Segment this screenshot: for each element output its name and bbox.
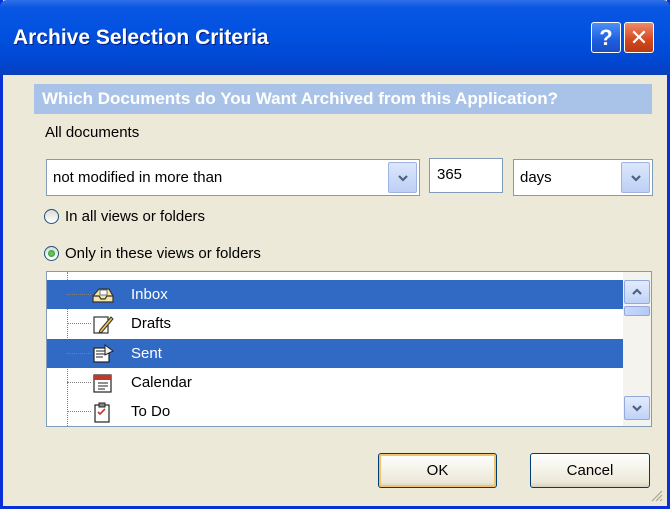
chevron-down-icon[interactable] bbox=[621, 162, 650, 193]
radio-button-unchecked[interactable] bbox=[44, 209, 59, 224]
inbox-icon bbox=[92, 288, 114, 303]
radio-only-these-label: Only in these views or folders bbox=[65, 245, 261, 262]
radio-only-these-views[interactable]: Only in these views or folders bbox=[44, 245, 261, 262]
condition-value: not modified in more than bbox=[53, 169, 223, 186]
dialog-title: Archive Selection Criteria bbox=[13, 26, 269, 49]
units-value: days bbox=[520, 169, 552, 186]
title-bar[interactable]: Archive Selection Criteria ? ✕ bbox=[0, 0, 670, 75]
list-item-label: Sent bbox=[131, 345, 162, 362]
scope-label: All documents bbox=[45, 124, 140, 141]
radio-all-views-label: In all views or folders bbox=[65, 208, 206, 225]
archive-dialog: Archive Selection Criteria ? ✕ Which Doc… bbox=[0, 0, 670, 509]
ok-button[interactable]: OK bbox=[378, 453, 497, 488]
list-item-label: Drafts bbox=[131, 315, 172, 332]
calendar-icon bbox=[93, 374, 112, 393]
close-button[interactable]: ✕ bbox=[624, 22, 654, 53]
list-item-drafts[interactable]: Drafts bbox=[47, 309, 623, 338]
scroll-down-button[interactable] bbox=[624, 396, 650, 420]
chevron-up-icon bbox=[632, 288, 642, 295]
scroll-up-button[interactable] bbox=[624, 280, 650, 304]
radio-dot bbox=[48, 250, 55, 257]
drafts-icon bbox=[93, 316, 114, 334]
resize-grip-icon[interactable] bbox=[649, 488, 663, 502]
list-item-label: Inbox bbox=[131, 286, 168, 303]
list-item-calendar[interactable]: Calendar bbox=[47, 368, 623, 397]
section-header: Which Documents do You Want Archived fro… bbox=[34, 84, 652, 114]
scroll-thumb[interactable] bbox=[624, 306, 650, 316]
list-item-inbox[interactable]: Inbox bbox=[47, 280, 623, 309]
days-count-value: 365 bbox=[437, 166, 463, 183]
radio-button-checked[interactable] bbox=[44, 246, 59, 261]
chevron-down-icon[interactable] bbox=[388, 162, 417, 193]
list-item-todo[interactable]: To Do bbox=[47, 397, 623, 426]
help-button[interactable]: ? bbox=[591, 22, 621, 53]
chevron-down-icon bbox=[632, 405, 642, 412]
list-item-sent[interactable]: Sent bbox=[47, 339, 623, 368]
days-count-input[interactable]: 365 bbox=[429, 158, 503, 193]
vertical-scrollbar[interactable] bbox=[623, 272, 651, 426]
list-item-label: To Do bbox=[131, 403, 171, 420]
units-dropdown[interactable]: days bbox=[513, 159, 653, 196]
condition-dropdown[interactable]: not modified in more than bbox=[46, 159, 420, 196]
radio-all-views[interactable]: In all views or folders bbox=[44, 208, 205, 225]
todo-icon bbox=[94, 402, 110, 423]
list-item-label: Calendar bbox=[131, 374, 192, 391]
folders-listbox[interactable]: Inbox Drafts Sent Calendar To Do bbox=[46, 271, 652, 427]
cancel-button[interactable]: Cancel bbox=[530, 453, 650, 488]
sent-icon bbox=[93, 344, 114, 363]
